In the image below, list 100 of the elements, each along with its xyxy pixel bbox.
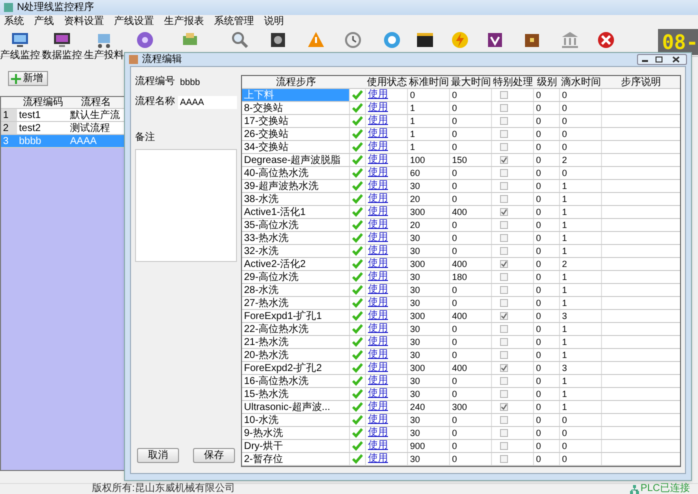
status-link[interactable]: 使用 [368,428,388,438]
status-link[interactable]: 使用 [368,350,388,360]
status-link[interactable]: 使用 [368,155,388,165]
checkbox[interactable] [500,338,508,346]
status-link[interactable]: 使用 [368,168,388,178]
checkbox[interactable] [500,260,508,268]
status-link[interactable]: 使用 [368,90,388,100]
warning-icon[interactable] [306,30,326,50]
checkbox[interactable] [500,221,508,229]
status-link[interactable]: 使用 [368,103,388,113]
step-cell[interactable]: 16-高位热水洗 [242,375,350,387]
step-cell[interactable]: 20-热水洗 [242,349,350,361]
status-link[interactable]: 使用 [368,311,388,321]
chip-icon[interactable] [268,30,288,50]
name-field[interactable]: AAAA [178,96,237,108]
menu-item[interactable]: 系统管理 [214,17,254,27]
menu-item[interactable]: 系统 [4,17,24,27]
step-cell[interactable]: 40-高位热水洗 [242,167,350,179]
step-cell[interactable]: 21-热水洗 [242,336,350,348]
checkbox[interactable] [500,325,508,333]
checkbox[interactable] [500,143,508,151]
clock-icon[interactable] [343,30,363,50]
step-cell[interactable]: 38-水洗 [242,193,350,205]
status-link[interactable]: 使用 [368,363,388,373]
add-button[interactable]: 新增 [8,71,48,86]
note-field[interactable] [135,149,237,262]
status-link[interactable]: 使用 [368,415,388,425]
checkbox[interactable] [500,247,508,255]
step-cell[interactable]: 28-水洗 [242,284,350,296]
checkbox[interactable] [500,182,508,190]
status-link[interactable]: 使用 [368,285,388,295]
menu-item[interactable]: 产线 [34,17,54,27]
checkbox[interactable] [500,195,508,203]
status-link[interactable]: 使用 [368,129,388,139]
step-cell[interactable]: Active1-活化1 [242,206,350,218]
step-cell[interactable]: 26-交换站 [242,128,350,140]
status-link[interactable]: 使用 [368,207,388,217]
lightning-icon[interactable] [450,30,470,50]
status-link[interactable]: 使用 [368,454,388,464]
checkbox[interactable] [500,416,508,424]
step-cell[interactable]: 32-水洗 [242,245,350,257]
step-cell[interactable]: Degrease-超声波脱脂 [242,154,350,166]
step-cell[interactable]: 35-高位水洗 [242,219,350,231]
step-cell[interactable]: 10-水洗 [242,414,350,426]
checkbox[interactable] [500,130,508,138]
film-icon[interactable] [485,30,505,50]
status-link[interactable]: 使用 [368,402,388,412]
save-button[interactable]: 保存 [193,448,235,463]
checkbox[interactable] [500,403,508,411]
step-cell[interactable]: 17-交换站 [242,115,350,127]
table-row[interactable]: 1 test1 默认生产流 [1,109,124,122]
status-link[interactable]: 使用 [368,324,388,334]
window-icon[interactable] [415,30,435,50]
status-link[interactable]: 使用 [368,246,388,256]
status-link[interactable]: 使用 [368,337,388,347]
toolbar-label[interactable]: 产线监控 [0,51,40,61]
checkbox[interactable] [500,442,508,450]
toolbar-label[interactable]: 生产投料 [84,51,124,61]
step-cell[interactable]: 8-交换站 [242,102,350,114]
checkbox[interactable] [500,390,508,398]
step-cell[interactable]: 27-热水洗 [242,297,350,309]
checkbox[interactable] [500,364,508,372]
status-link[interactable]: 使用 [368,142,388,152]
status-link[interactable]: 使用 [368,194,388,204]
step-cell[interactable]: 39-超声波热水洗 [242,180,350,192]
bank-icon[interactable] [560,30,580,50]
status-link[interactable]: 使用 [368,116,388,126]
checkbox[interactable] [500,156,508,164]
checkbox[interactable] [500,91,508,99]
step-cell[interactable]: 15-热水洗 [242,388,350,400]
close-icon[interactable] [596,30,616,50]
step-cell[interactable]: Dry-烘干 [242,440,350,452]
status-link[interactable]: 使用 [368,441,388,451]
checkbox[interactable] [500,429,508,437]
status-link[interactable]: 使用 [368,233,388,243]
checkbox[interactable] [500,286,508,294]
monitor-icon[interactable] [52,30,72,50]
monitor-icon[interactable] [10,30,30,50]
step-cell[interactable]: Active2-活化2 [242,258,350,270]
step-cell[interactable]: ForeExpd2-扩孔2 [242,362,350,374]
status-link[interactable]: 使用 [368,181,388,191]
checkbox[interactable] [500,351,508,359]
checkbox[interactable] [500,312,508,320]
step-cell[interactable]: Ultrasonic-超声波... [242,401,350,413]
checkbox[interactable] [500,169,508,177]
checkbox[interactable] [500,377,508,385]
step-cell[interactable]: ForeExpd1-扩孔1 [242,310,350,322]
status-link[interactable]: 使用 [368,272,388,282]
status-link[interactable]: 使用 [368,376,388,386]
status-link[interactable]: 使用 [368,259,388,269]
checkbox[interactable] [500,299,508,307]
status-link[interactable]: 使用 [368,389,388,399]
table-row[interactable]: 2 test2 测试流程 [1,122,124,135]
search-icon[interactable] [230,30,250,50]
step-cell[interactable]: 22-高位热水洗 [242,323,350,335]
toolbar-label[interactable]: 数据监控 [42,51,82,61]
step-cell[interactable]: 34-交换站 [242,141,350,153]
status-link[interactable]: 使用 [368,220,388,230]
menu-item[interactable]: 产线设置 [114,17,154,27]
step-cell[interactable]: 9-热水洗 [242,427,350,439]
